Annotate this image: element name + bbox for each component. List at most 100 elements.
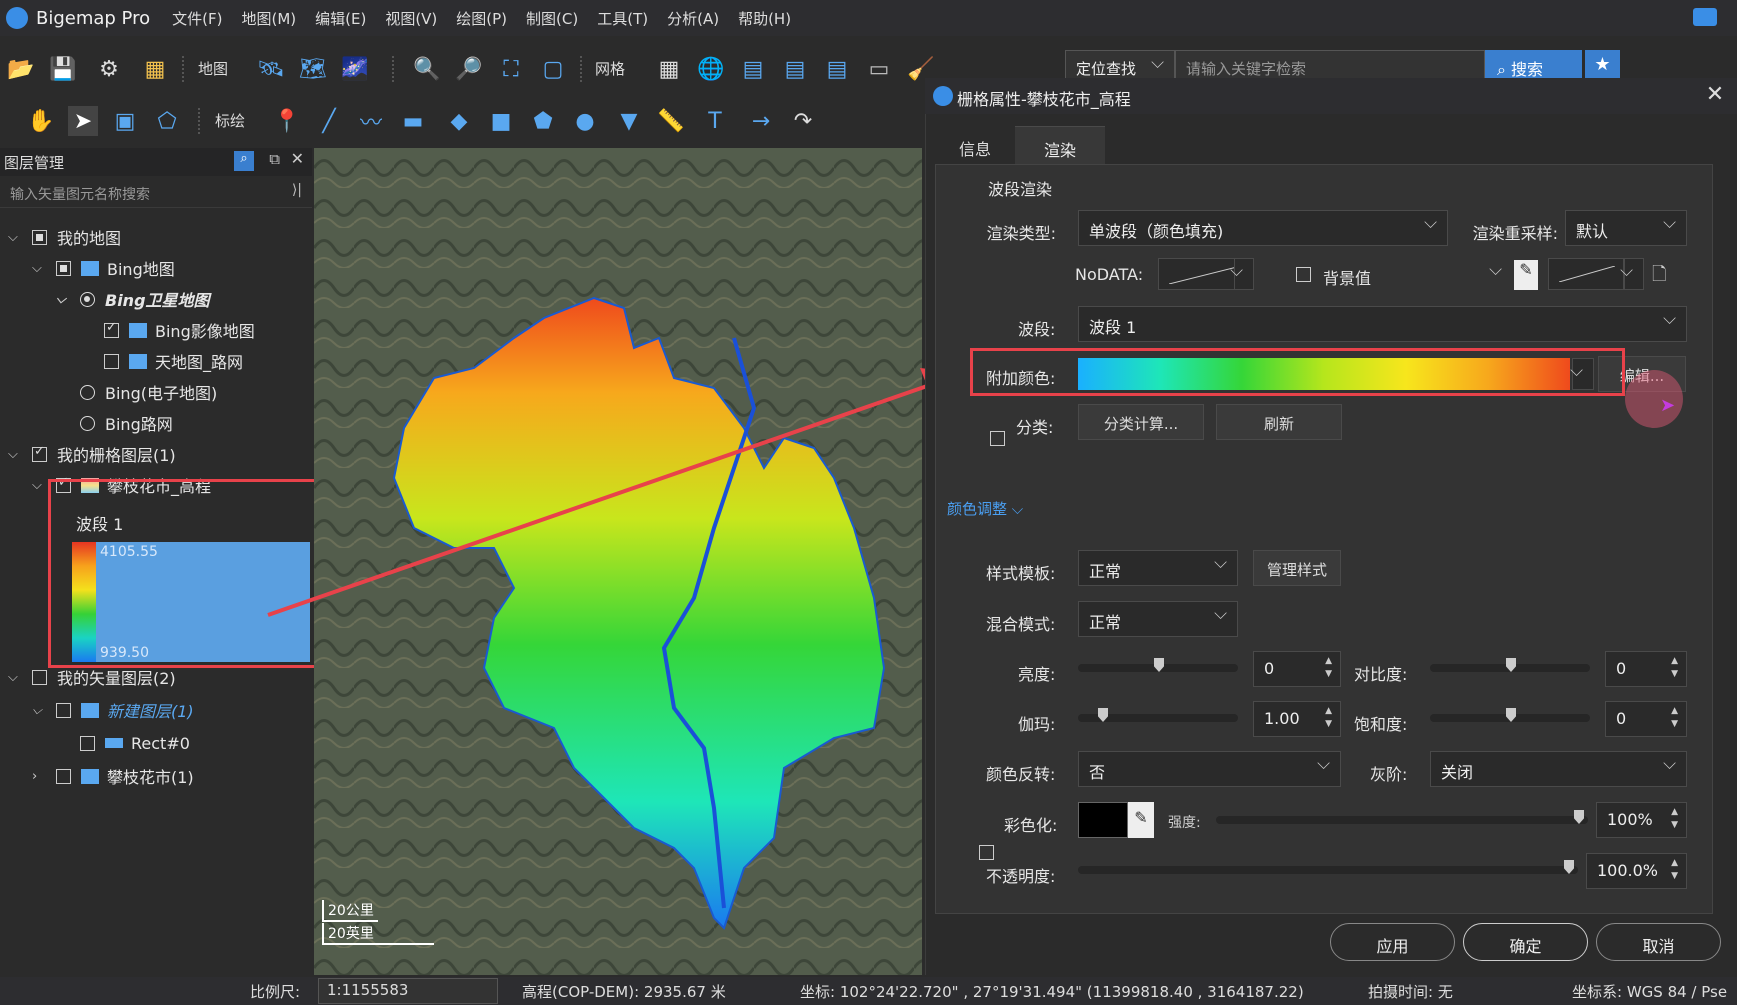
tab-render[interactable]: 渲染 xyxy=(1015,126,1105,164)
saturation-input[interactable]: 0 xyxy=(1605,701,1687,737)
float-panel-icon[interactable]: ⧉ xyxy=(269,150,280,168)
close-panel-icon[interactable]: ✕ xyxy=(291,149,304,168)
tree-rect[interactable]: Rect#0 xyxy=(80,728,190,758)
curved-arrow-icon[interactable]: ↷ xyxy=(788,106,818,136)
map-canvas[interactable]: 20公里 20英里 xyxy=(314,148,922,975)
strength-input[interactable]: 100% xyxy=(1596,802,1687,838)
classify-calc-button[interactable]: 分类计算... xyxy=(1078,404,1204,440)
menu-help[interactable]: 帮助(H) xyxy=(738,8,791,29)
opacity-slider[interactable] xyxy=(1078,860,1578,874)
tree-my-map[interactable]: ⌵ 我的地图 xyxy=(8,222,121,252)
chat-icon[interactable] xyxy=(1693,8,1717,26)
zoom-in-icon[interactable]: 🔍 xyxy=(412,54,442,84)
full-extent-icon[interactable]: ▢ xyxy=(538,54,568,84)
tab-info[interactable]: 信息 xyxy=(935,126,1015,164)
text-draw-icon[interactable]: T xyxy=(700,106,730,136)
background-value-select[interactable] xyxy=(1380,258,1512,290)
tree-vector-group[interactable]: ⌵ 我的矢量图层(2) xyxy=(8,662,176,692)
menu-analysis[interactable]: 分析(A) xyxy=(667,8,719,29)
bing-satellite-radio[interactable] xyxy=(80,291,95,307)
contrast-input[interactable]: 0 xyxy=(1605,651,1687,687)
tree-bing-road[interactable]: Bing路网 xyxy=(80,408,173,438)
curve-draw-icon[interactable]: 〰 xyxy=(356,106,386,136)
color-adjust-toggle[interactable]: 颜色调整 ⌵ xyxy=(947,498,1023,519)
eyedropper-icon[interactable]: ✎ xyxy=(1514,260,1538,290)
pan-hand-icon[interactable]: ✋ xyxy=(26,106,56,136)
line-draw-icon[interactable]: ╱ xyxy=(314,106,344,136)
tree-bing-electronic[interactable]: Bing(电子地图) xyxy=(80,377,217,407)
folder-icon[interactable]: ▭ xyxy=(864,54,894,84)
chevron-down-icon[interactable]: ⌵ xyxy=(8,670,24,685)
background-color-swatch[interactable] xyxy=(1548,258,1624,290)
chevron-down-icon[interactable]: ⌵ xyxy=(32,478,48,493)
scale-select[interactable]: 1:1155583 xyxy=(318,978,498,1004)
terrain-map-icon[interactable]: 🗺 xyxy=(298,54,328,84)
feature-select-icon[interactable]: ⬠ xyxy=(152,106,182,136)
blend-mode-select[interactable]: 正常 xyxy=(1078,601,1238,637)
polygon-draw-icon[interactable]: ⬟ xyxy=(528,106,558,136)
grayscale-select[interactable]: 关闭 xyxy=(1430,751,1687,787)
chevron-down-icon[interactable]: ⌵ xyxy=(8,230,24,245)
mgrs-grid-icon[interactable]: ▤ xyxy=(822,54,852,84)
brightness-input[interactable]: 0 xyxy=(1253,651,1341,687)
manage-style-button[interactable]: 管理样式 xyxy=(1253,550,1341,586)
search-go-icon[interactable]: ⟩| xyxy=(292,182,302,198)
nodata-dropdown[interactable] xyxy=(1230,258,1254,290)
chevron-down-icon[interactable]: ⌵ xyxy=(32,261,48,276)
ok-button[interactable]: 确定 xyxy=(1463,923,1588,961)
menu-tools[interactable]: 工具(T) xyxy=(597,8,648,29)
slider-thumb[interactable] xyxy=(1574,810,1584,824)
night-map-icon[interactable]: 🌌 xyxy=(340,54,370,84)
slider-thumb[interactable] xyxy=(1154,658,1164,672)
cancel-button[interactable]: 取消 xyxy=(1596,923,1721,961)
open-folder-icon[interactable]: 📂 xyxy=(6,54,36,84)
eyedropper-icon[interactable]: ✎ xyxy=(1128,802,1154,838)
satellite-map-icon[interactable]: 🛰 xyxy=(256,54,286,84)
menu-cartography[interactable]: 制图(C) xyxy=(526,8,578,29)
chevron-down-icon[interactable]: ⌵ xyxy=(32,703,48,718)
grid-icon[interactable]: ▦ xyxy=(654,54,684,84)
rectangle-draw-icon[interactable]: ▬ xyxy=(398,106,428,136)
tree-bing-map[interactable]: ⌵ Bing地图 xyxy=(32,253,175,283)
circle-draw-icon[interactable]: ● xyxy=(570,106,600,136)
gamma-slider[interactable] xyxy=(1078,708,1238,722)
measure-icon[interactable]: 📏 xyxy=(656,106,686,136)
render-type-select[interactable]: 单波段（颜色填充) xyxy=(1078,210,1448,246)
tree-raster-group[interactable]: ⌵ 我的栅格图层(1) xyxy=(8,439,176,469)
chevron-down-icon[interactable]: ⌵ xyxy=(8,447,24,462)
strength-slider[interactable] xyxy=(1216,810,1588,824)
colorize-checkbox[interactable] xyxy=(979,845,994,860)
resample-select[interactable]: 默认 xyxy=(1565,210,1687,246)
tianditu-road-checkbox[interactable] xyxy=(104,353,119,369)
image-icon[interactable]: ▦ xyxy=(140,54,170,84)
classify-checkbox[interactable] xyxy=(990,431,1005,446)
raster-group-checkbox[interactable] xyxy=(32,444,47,462)
bing-map-checkbox[interactable] xyxy=(56,260,71,276)
bing-road-radio[interactable] xyxy=(80,415,95,431)
square-draw-icon[interactable]: ■ xyxy=(486,106,516,136)
new-layer-checkbox[interactable] xyxy=(56,702,71,718)
slider-thumb[interactable] xyxy=(1098,708,1108,722)
contrast-slider[interactable] xyxy=(1430,658,1590,672)
panzhihua-checkbox[interactable] xyxy=(56,768,71,784)
settings-gear-icon[interactable]: ⚙ xyxy=(94,54,124,84)
arrow-draw-icon[interactable]: → xyxy=(746,106,776,136)
tree-panzhihua[interactable]: › 攀枝花市(1) xyxy=(32,761,194,791)
refresh-button[interactable]: 刷新 xyxy=(1216,404,1342,440)
rect-checkbox[interactable] xyxy=(80,735,95,751)
marker-pin-icon[interactable]: 📍 xyxy=(272,106,302,136)
layer-search-input[interactable]: 输入矢量图元名称搜索 ⟩| xyxy=(0,178,312,208)
zoom-extent-icon[interactable]: ⛶ xyxy=(496,54,526,84)
band-select[interactable]: 波段 1 xyxy=(1078,306,1687,342)
close-icon[interactable]: ✕ xyxy=(1701,82,1729,110)
menu-file[interactable]: 文件(F) xyxy=(172,8,222,29)
bing-image-checkbox[interactable] xyxy=(104,320,119,338)
slider-thumb[interactable] xyxy=(1506,708,1516,722)
tree-new-layer[interactable]: ⌵ 新建图层(1) xyxy=(32,695,194,725)
invert-select[interactable]: 否 xyxy=(1078,751,1341,787)
background-checkbox[interactable] xyxy=(1296,267,1311,282)
triangle-draw-icon[interactable]: ▼ xyxy=(614,106,644,136)
style-template-select[interactable]: 正常 xyxy=(1078,550,1238,586)
chevron-right-icon[interactable]: › xyxy=(32,769,48,784)
save-icon[interactable]: 💾 xyxy=(48,54,78,84)
